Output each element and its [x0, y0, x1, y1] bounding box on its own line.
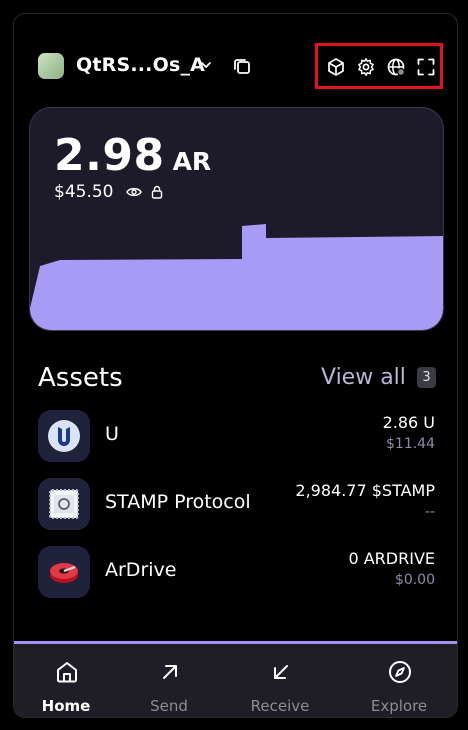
asset-fiat-value: $11.44	[386, 436, 435, 452]
asset-name: ArDrive	[105, 559, 177, 581]
globe-icon[interactable]	[386, 57, 406, 77]
home-icon	[57, 662, 77, 683]
asset-name: STAMP Protocol	[105, 491, 251, 513]
balance-unit: AR	[172, 147, 212, 176]
wallet-name[interactable]: QtRS...Os_A	[76, 54, 205, 76]
asset-name: U	[105, 423, 119, 445]
eye-icon[interactable]	[126, 185, 142, 199]
asset-fiat-value: --	[424, 504, 435, 520]
arrow-down-left-icon	[274, 665, 288, 679]
u-token-icon	[38, 410, 90, 462]
bottom-nav: Home Send Receive Explore	[14, 644, 457, 717]
nav-label: Send	[150, 697, 188, 715]
nav-item-home[interactable]: Home	[16, 644, 116, 717]
ardrive-token-icon	[38, 546, 90, 598]
chevron-down-icon[interactable]	[200, 60, 212, 70]
balance-fiat: $45.50	[54, 182, 114, 202]
asset-row-ardrive[interactable]: ArDrive 0 ARDRIVE $0.00	[14, 544, 457, 600]
asset-fiat-value: $0.00	[394, 572, 435, 588]
header-actions-highlight	[315, 43, 443, 89]
balance-amount: 2.98 AR	[54, 130, 211, 181]
view-all-link[interactable]: View all	[321, 365, 406, 390]
asset-balance: 2.86 U	[382, 413, 435, 432]
asset-balance: 0 ARDRIVE	[348, 549, 435, 568]
balance-value: 2.98	[54, 130, 165, 181]
asset-row-u[interactable]: U 2.86 U $11.44	[14, 408, 457, 464]
nav-label: Explore	[370, 697, 428, 715]
header: QtRS...Os_A	[14, 43, 457, 89]
lock-icon[interactable]	[151, 185, 163, 199]
balance-card: 2.98 AR $45.50	[29, 107, 444, 331]
arrow-up-right-icon	[163, 665, 177, 679]
assets-count-badge: 3	[417, 367, 436, 388]
stamp-token-icon	[38, 478, 90, 530]
compass-icon	[389, 661, 411, 683]
fullscreen-icon[interactable]	[416, 57, 436, 77]
copy-icon[interactable]	[233, 57, 251, 75]
asset-row-stamp[interactable]: STAMP Protocol 2,984.77 $STAMP --	[14, 476, 457, 532]
cube-icon[interactable]	[326, 57, 346, 77]
nav-item-send[interactable]: Send	[119, 644, 219, 717]
nav-label: Home	[41, 697, 91, 715]
wallet-avatar[interactable]	[38, 53, 64, 79]
nav-item-receive[interactable]: Receive	[230, 644, 330, 717]
gear-icon[interactable]	[356, 57, 376, 77]
nav-label: Receive	[250, 697, 310, 715]
assets-title: Assets	[38, 363, 123, 393]
asset-balance: 2,984.77 $STAMP	[295, 481, 435, 500]
wallet-window: QtRS...Os_A 2.98 AR $45.50 Assets View a…	[13, 13, 458, 718]
nav-item-explore[interactable]: Explore	[349, 644, 449, 717]
